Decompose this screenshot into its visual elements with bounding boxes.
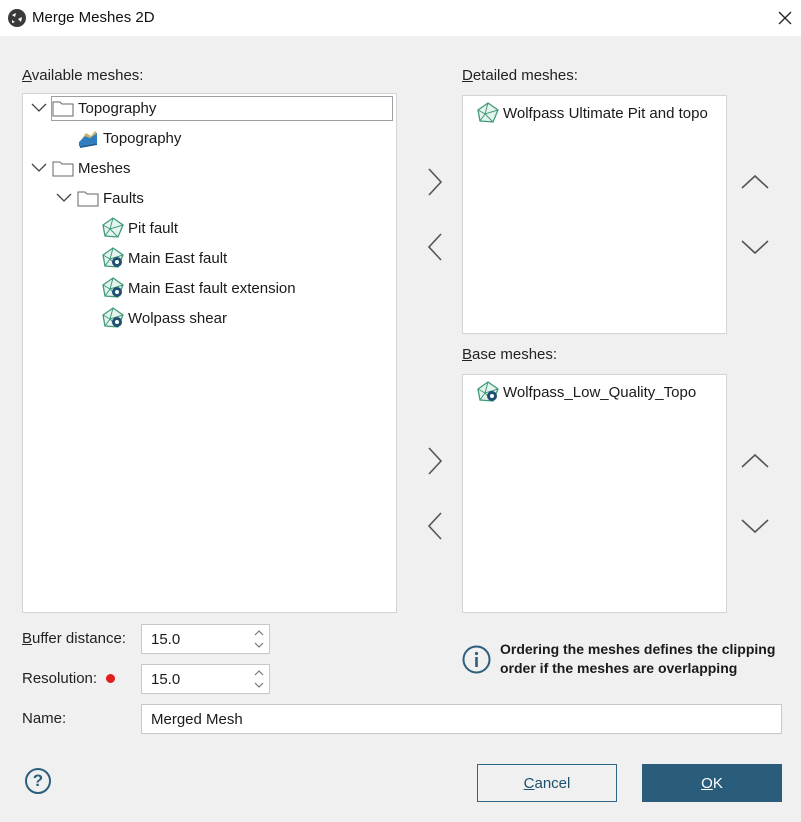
name-input[interactable]: Merged Mesh — [141, 704, 782, 734]
detailed-meshes-list[interactable]: Wolfpass Ultimate Pit and topo — [462, 95, 727, 334]
folder-icon — [77, 191, 99, 207]
tree-item-label: Wolpass shear — [128, 309, 227, 327]
mesh-gear-icon — [102, 247, 124, 268]
close-button[interactable] — [770, 4, 800, 32]
mesh-icon — [102, 217, 124, 238]
chevron-down-icon[interactable] — [54, 188, 74, 208]
cancel-label: Cancel — [523, 774, 571, 792]
base-meshes-list[interactable]: Wolfpass_Low_Quality_Topo — [462, 374, 727, 613]
tree-item-label: Topography — [78, 99, 157, 117]
chevron-right-icon — [428, 447, 443, 475]
chevron-down-icon — [741, 240, 769, 255]
mesh-gear-icon — [102, 307, 124, 328]
chevron-left-icon — [427, 512, 442, 540]
help-icon: ? — [32, 771, 44, 790]
resolution-label: Resolution: — [22, 670, 98, 687]
chevron-down-icon[interactable] — [29, 158, 49, 178]
remove-from-detailed-button[interactable] — [421, 229, 449, 265]
mesh-gear-icon — [102, 277, 124, 298]
required-indicator — [106, 674, 115, 683]
spinner-icon[interactable] — [252, 627, 266, 651]
chevron-left-icon — [427, 233, 442, 261]
ok-label: OK — [701, 774, 723, 792]
move-up-base-button[interactable] — [740, 443, 770, 479]
tree-item-topography-folder[interactable]: Topography — [29, 94, 393, 122]
remove-from-base-button[interactable] — [421, 508, 449, 544]
tree-item-topography[interactable]: Topography — [77, 124, 181, 152]
tree-item-label: Meshes — [78, 159, 131, 177]
chevron-up-icon — [741, 453, 769, 468]
tree-item-label: Pit fault — [128, 219, 179, 237]
list-item-label: Wolfpass_Low_Quality_Topo — [503, 383, 697, 401]
buffer-distance-label: Buffer distance: — [22, 630, 126, 647]
mesh-gear-icon — [477, 381, 499, 402]
tree-item-label: Topography — [103, 129, 182, 147]
detailed-meshes-label: Detailed meshes: — [462, 67, 578, 84]
available-meshes-tree[interactable]: Topography Topography Meshes Faults Pit … — [22, 93, 397, 613]
name-label: Name: — [22, 710, 67, 727]
resolution-value: 15.0 — [151, 670, 181, 688]
tree-item-main-east-fault-extension[interactable]: Main East fault extension — [102, 274, 296, 302]
move-up-detailed-button[interactable] — [740, 164, 770, 200]
base-meshes-label: Base meshes: — [462, 346, 558, 363]
tree-item-pit-fault[interactable]: Pit fault — [102, 214, 178, 242]
mesh-icon — [477, 102, 499, 123]
list-item-label: Wolfpass Ultimate Pit and topo — [503, 104, 708, 122]
tree-item-faults-folder[interactable]: Faults — [54, 184, 144, 212]
app-icon — [8, 9, 26, 27]
info-icon — [462, 645, 491, 674]
title-bar: Merge Meshes 2D — [0, 0, 801, 36]
move-down-detailed-button[interactable] — [740, 229, 770, 265]
buffer-distance-input[interactable]: 15.0 — [141, 624, 270, 654]
ok-button[interactable]: OK — [642, 764, 782, 802]
tree-item-wolpass-shear[interactable]: Wolpass shear — [102, 304, 227, 332]
resolution-input[interactable]: 15.0 — [141, 664, 270, 694]
add-to-base-button[interactable] — [421, 443, 449, 479]
folder-icon — [52, 101, 74, 117]
tree-item-label: Faults — [103, 189, 144, 207]
chevron-right-icon — [428, 168, 443, 196]
chevron-down-icon — [741, 519, 769, 534]
tree-item-label: Main East fault extension — [128, 279, 296, 297]
list-item[interactable]: Wolfpass Ultimate Pit and topo — [477, 99, 708, 127]
buffer-distance-value: 15.0 — [151, 630, 181, 648]
move-down-base-button[interactable] — [740, 508, 770, 544]
tree-item-label: Main East fault — [128, 249, 228, 267]
info-message: Ordering the meshes defines the clipping… — [500, 641, 776, 676]
cancel-button[interactable]: Cancel — [477, 764, 617, 802]
list-item[interactable]: Wolfpass_Low_Quality_Topo — [477, 378, 696, 406]
help-button[interactable]: ? — [25, 768, 51, 794]
add-to-detailed-button[interactable] — [421, 164, 449, 200]
tree-item-main-east-fault[interactable]: Main East fault — [102, 244, 227, 272]
name-value: Merged Mesh — [151, 710, 243, 728]
tree-item-meshes-folder[interactable]: Meshes — [29, 154, 131, 182]
window-title: Merge Meshes 2D — [32, 9, 155, 26]
spinner-icon[interactable] — [252, 667, 266, 691]
available-meshes-label: Available meshes: — [22, 67, 144, 84]
close-icon — [778, 11, 792, 25]
topography-icon — [79, 131, 97, 148]
chevron-down-icon[interactable] — [29, 98, 49, 118]
folder-icon — [52, 161, 74, 177]
chevron-up-icon — [741, 174, 769, 189]
